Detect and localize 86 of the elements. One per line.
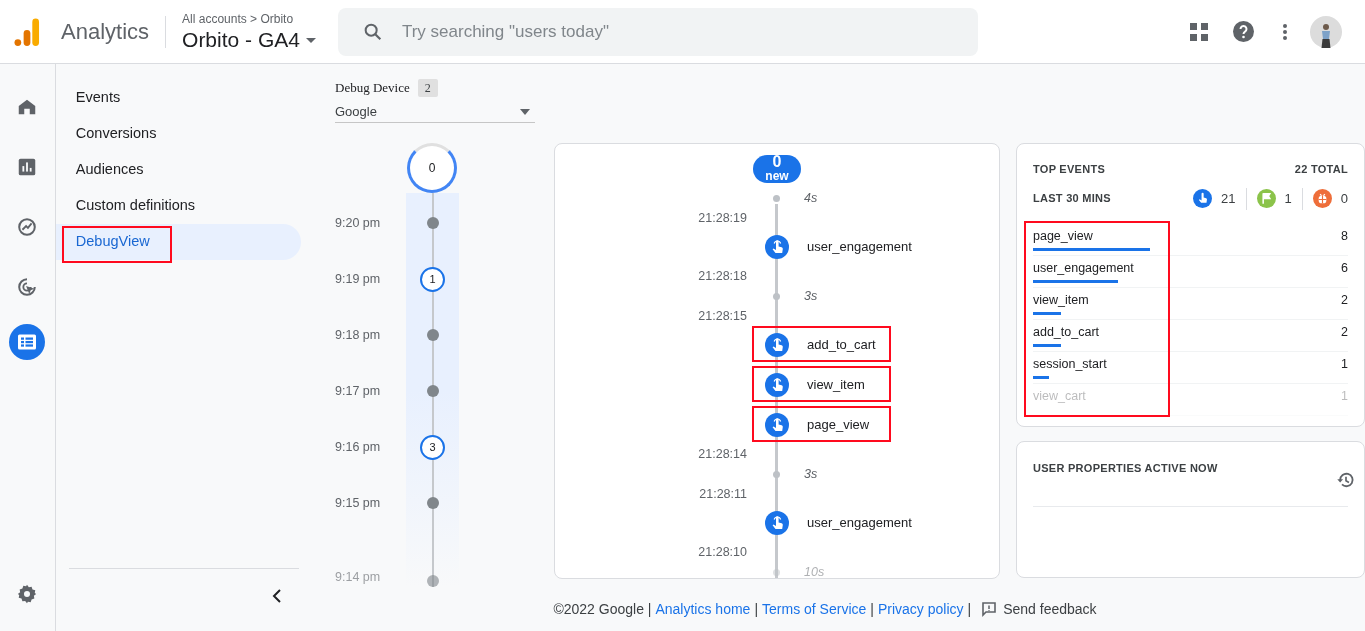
separator: | bbox=[870, 599, 874, 619]
minute-dot-icon bbox=[427, 575, 439, 587]
card-title: USER PROPERTIES ACTIVE NOW bbox=[1033, 460, 1218, 476]
event-count: 1 bbox=[1341, 387, 1348, 405]
separator: | bbox=[754, 599, 759, 619]
breadcrumb[interactable]: All accounts > Orbito bbox=[182, 10, 316, 27]
list-icon[interactable] bbox=[9, 324, 46, 360]
product-name: Analytics bbox=[61, 18, 150, 46]
event-name[interactable]: page_view bbox=[807, 415, 870, 435]
event-name[interactable]: user_engagement bbox=[807, 237, 912, 257]
feedback-icon bbox=[981, 601, 998, 617]
nav-item[interactable]: Conversions bbox=[55, 116, 301, 152]
period-label: LAST 30 MINS bbox=[1033, 191, 1111, 207]
event-timestamp: 21:28:11 bbox=[698, 485, 747, 503]
event-count: 2 bbox=[1341, 323, 1348, 341]
counter-value: 21 bbox=[1221, 189, 1236, 208]
footer-link[interactable]: Privacy policy bbox=[877, 598, 964, 620]
current-minute-count[interactable]: 0 bbox=[407, 143, 457, 193]
avatar-icon[interactable] bbox=[1310, 15, 1342, 48]
events-total: 22 TOTAL bbox=[1294, 162, 1348, 177]
event-name[interactable]: add_to_cart bbox=[807, 335, 876, 355]
tap-event-icon[interactable] bbox=[765, 235, 789, 259]
tap-event-icon[interactable] bbox=[765, 333, 789, 357]
event-timestamp: 21:28:15 bbox=[697, 307, 747, 325]
event-name[interactable]: view_item bbox=[1033, 290, 1089, 310]
minute-time: 9:17 pm bbox=[335, 382, 382, 400]
minute-time: 9:16 pm bbox=[335, 438, 382, 456]
card-title: TOP EVENTS bbox=[1033, 162, 1106, 177]
event-count: 2 bbox=[1341, 291, 1348, 309]
search-field[interactable]: Try searching "users today" bbox=[337, 7, 978, 56]
footer-link[interactable]: Terms of Service bbox=[762, 598, 867, 620]
tap-event-icon[interactable] bbox=[765, 373, 789, 397]
nav-item[interactable]: DebugView bbox=[55, 224, 301, 260]
device-count: 2 bbox=[417, 78, 438, 97]
counter-value: 1 bbox=[1284, 189, 1292, 208]
time-gap: 3s bbox=[804, 287, 818, 305]
send-feedback-button[interactable]: Send feedback bbox=[981, 598, 1097, 620]
device-label: Debug Device bbox=[335, 79, 410, 97]
minute-time: 9:19 pm bbox=[335, 270, 382, 288]
event-timestamp: 21:28:19 bbox=[697, 209, 747, 227]
collapse-chevron-icon[interactable] bbox=[271, 589, 282, 603]
time-gap: 10s bbox=[804, 563, 825, 578]
minute-time: 9:14 pm bbox=[335, 569, 382, 587]
more-menu-icon[interactable] bbox=[1282, 22, 1288, 41]
separator: | bbox=[967, 599, 972, 619]
timeline-dot-icon bbox=[773, 194, 780, 202]
event-timestamp: 21:28:10 bbox=[697, 543, 747, 561]
analytics-logo-icon[interactable] bbox=[14, 16, 40, 47]
event-count: 8 bbox=[1341, 227, 1348, 245]
minute-dot-icon bbox=[427, 385, 439, 397]
caret-icon bbox=[520, 108, 530, 115]
event-timestamp: 21:28:18 bbox=[697, 267, 747, 285]
footer-link[interactable]: Analytics home bbox=[655, 598, 751, 620]
new-events-badge[interactable]: 0 new bbox=[753, 155, 801, 183]
minute-time: 9:20 pm bbox=[335, 214, 382, 232]
event-name[interactable]: user_engagement bbox=[807, 513, 912, 533]
nav-item[interactable]: Custom definitions bbox=[55, 188, 301, 224]
property-selector[interactable]: Orbito - GA4 bbox=[182, 26, 316, 53]
event-name[interactable]: user_engagement bbox=[1033, 258, 1134, 278]
event-count: 1 bbox=[1341, 355, 1348, 373]
trend-circle-icon[interactable] bbox=[16, 216, 39, 238]
event-timestamp: 21:28:14 bbox=[697, 445, 747, 463]
minute-dot-icon bbox=[427, 217, 439, 229]
minute-dot-icon bbox=[427, 329, 439, 341]
settings-icon[interactable] bbox=[16, 583, 39, 605]
counter-value: 0 bbox=[1340, 189, 1348, 208]
time-gap: 3s bbox=[804, 465, 818, 483]
minute-dot-icon bbox=[427, 497, 439, 509]
event-count: 6 bbox=[1341, 259, 1348, 277]
event-name[interactable]: page_view bbox=[1033, 226, 1093, 246]
event-name[interactable]: view_item bbox=[807, 375, 865, 395]
minute-time: 9:18 pm bbox=[335, 326, 382, 344]
nav-item[interactable]: Events bbox=[55, 80, 301, 116]
event-name[interactable]: add_to_cart bbox=[1033, 322, 1100, 342]
minute-time: 9:15 pm bbox=[335, 494, 382, 512]
nav-item[interactable]: Audiences bbox=[55, 152, 301, 188]
tap-event-icon[interactable] bbox=[765, 413, 789, 437]
copyright-text: ©2022 Google | bbox=[553, 599, 652, 619]
apps-grid-icon[interactable] bbox=[1190, 22, 1208, 41]
timeline-dot-icon bbox=[773, 568, 780, 576]
time-gap: 4s bbox=[804, 189, 818, 207]
event-name[interactable]: session_start bbox=[1033, 354, 1107, 374]
device-dropdown[interactable]: Google bbox=[335, 101, 535, 123]
help-icon[interactable] bbox=[1233, 21, 1254, 42]
target-cursor-icon[interactable] bbox=[16, 276, 39, 298]
tap-event-icon[interactable] bbox=[765, 511, 789, 535]
